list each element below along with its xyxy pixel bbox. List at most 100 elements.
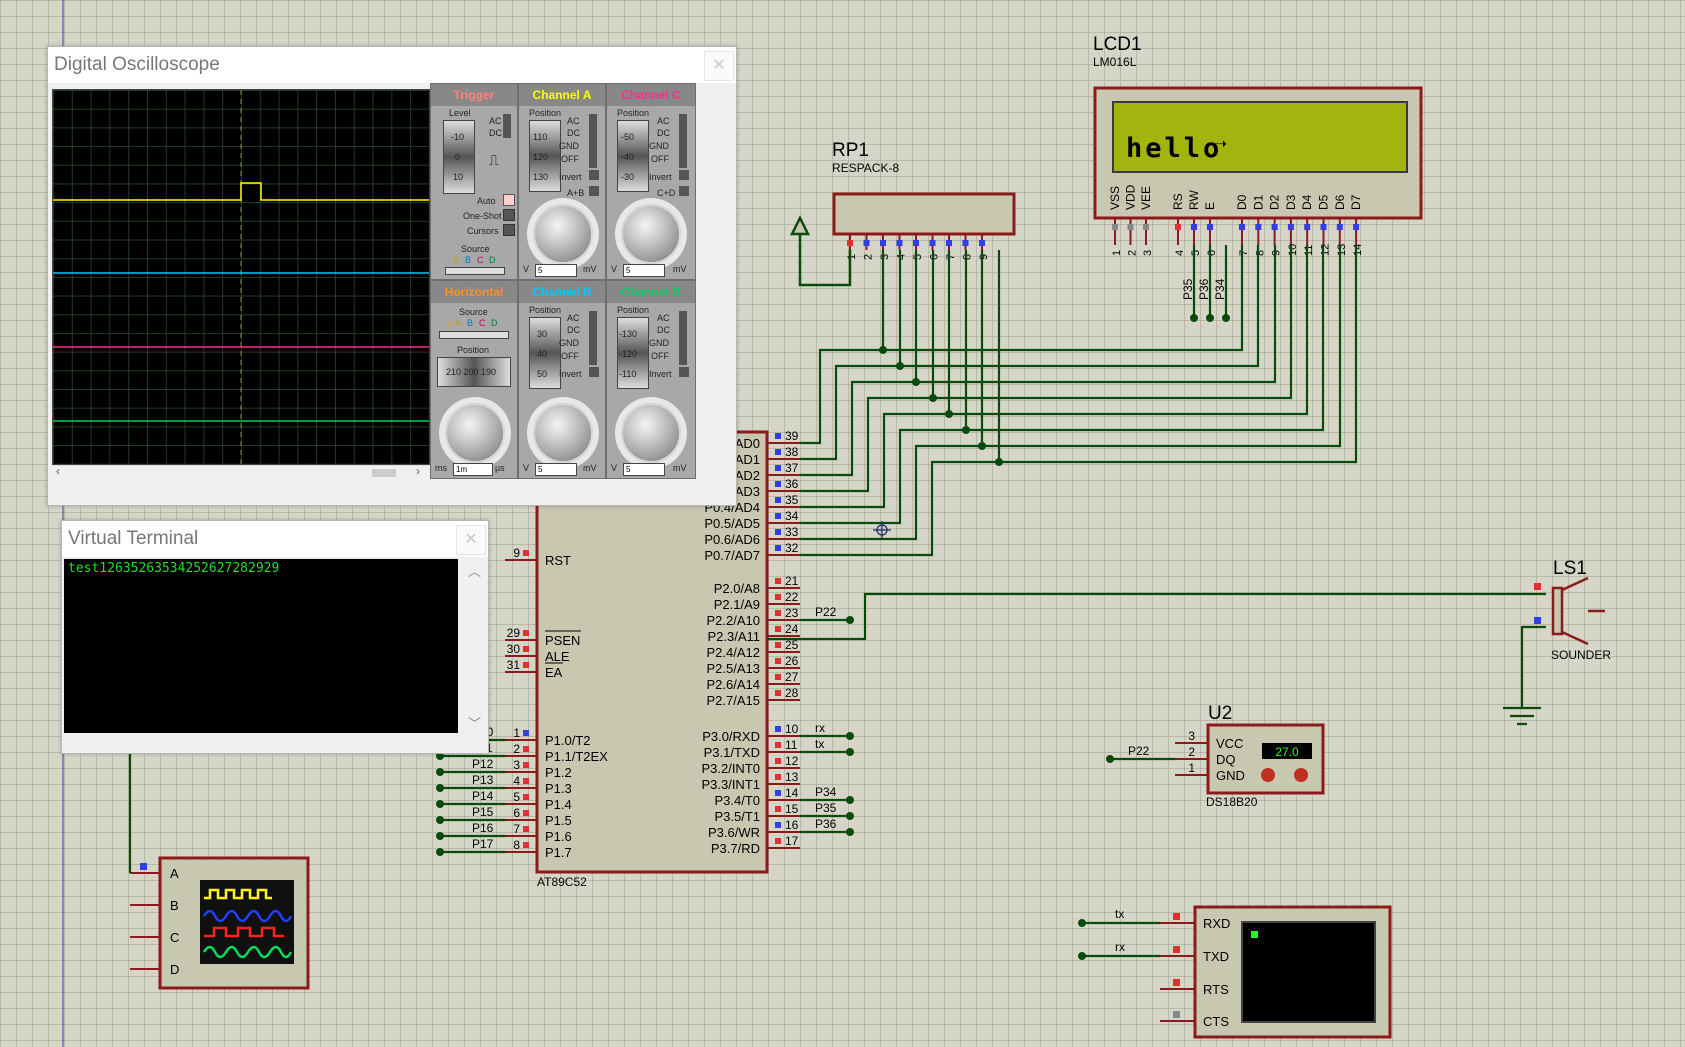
channel-c-volts-knob[interactable] [621,204,681,264]
channel-b-scale-top: 30 [537,329,548,339]
channel-b-invert-button[interactable] [589,367,599,377]
virtual-terminal-window[interactable]: Virtual Terminal ✕ test12635263534252627… [61,520,489,754]
oscilloscope-screen[interactable] [52,89,430,465]
channel-a-position-label: Position [529,108,562,118]
mcu-left-pin-name: P1.5 [545,813,572,828]
channel-a-gnd: GND [559,141,579,151]
channel-b-header: Channel B [519,281,605,303]
channel-b-volts-knob[interactable] [533,403,593,463]
trigger-scale-bottom: 10 [453,172,464,182]
virtual-terminal-symbol[interactable]: RXD tx TXD rx RTS CTS [1078,905,1392,1039]
channel-c-volts-field[interactable]: 5 [623,264,665,277]
trigger-cursors-button[interactable] [503,224,515,236]
mcu-pin-marker [523,794,529,800]
channel-b-panel: Channel B Position 30 40 50 AC DC GND OF… [518,280,606,479]
vt-pin-marker [1173,913,1180,920]
mcu-left-pin-name: P1.3 [545,781,572,796]
scroll-down-icon[interactable]: ﹀ [468,713,481,732]
scroll-right-icon[interactable]: › [416,464,420,478]
channel-c-coupling-switch[interactable] [679,114,687,168]
mcu-pin-marker [523,550,529,556]
u2-ds18b20-component[interactable]: U2 DS18B20 27.0 3 VCC 2 DQ 1 GND P22 [1106,703,1325,809]
channel-a-invert-button[interactable] [589,170,599,180]
channel-d-invert-button[interactable] [679,367,689,377]
channel-a-coupling-switch[interactable] [589,114,597,168]
mcu-right-pin-number: 12 [785,754,799,768]
ls1-part: SOUNDER [1551,648,1611,662]
terminal-title: Virtual Terminal [62,521,488,557]
channel-a-dc: DC [567,128,580,138]
channel-d-unit-right: mV [673,463,687,473]
terminal-output[interactable]: test12635263534252627282929 [64,559,458,733]
horizontal-unit-right: µs [495,463,505,473]
horizontal-position-slider[interactable]: 210 200 190 [437,357,511,387]
channel-d-coupling-switch[interactable] [679,311,687,365]
channel-c-dc: DC [657,128,670,138]
rp1-pin-marker [847,240,853,246]
oscilloscope-hscrollbar[interactable]: ‹ › [52,464,428,480]
lcd-pin-marker [1336,224,1343,230]
lcd-part: LM016L [1093,55,1137,69]
mcu-left-net-label: P12 [472,757,494,771]
channel-a-volts-knob[interactable] [533,204,593,264]
lcd-net-label: P34 [1213,278,1227,300]
horizontal-time-field[interactable]: 1m [453,463,493,476]
channel-c-invert-button[interactable] [679,170,689,180]
mcu-pin-marker [775,433,781,439]
lcd-pin-name: D6 [1333,194,1347,210]
lcd-cursor-arrow-icon: ➝ [1214,133,1231,158]
lcd-pin-name: D3 [1284,194,1298,210]
mcu-left-pin-number: 29 [507,626,521,640]
scroll-left-icon[interactable]: ‹ [56,464,60,478]
mcu-right-pin-name: P3.7/RD [711,841,760,856]
lcd-pin-number: 14 [1352,244,1364,256]
mcu-left-pin-number: 31 [507,658,521,672]
oscilloscope-window[interactable]: Digital Oscilloscope ✕ ‹ › Trigger Level… [47,46,737,506]
mcu-left-net-label: P17 [472,837,494,851]
mcu-right-pin-name: P2.7/A15 [707,693,761,708]
junction-dot [436,768,444,776]
rp1-pin-number: 3 [879,254,891,260]
scroll-up-icon[interactable]: ︿ [468,561,481,580]
lcd-pin-marker [1143,224,1149,230]
channel-b-coupling-switch[interactable] [589,311,597,365]
lcd-pin-name: VEE [1139,186,1153,210]
ls1-ref: LS1 [1553,558,1587,579]
mcu-left-pin-number: 5 [513,790,520,804]
channel-a-sum-button[interactable] [589,186,599,196]
mcu-right-pin-number: 24 [785,622,799,636]
lcd-pin-marker [1175,224,1181,230]
channel-c-unit-right: mV [673,264,687,274]
scroll-thumb[interactable] [372,469,396,477]
oscilloscope-close-button[interactable]: ✕ [704,51,734,81]
channel-a-volts-field[interactable]: 5 [535,264,577,277]
rp1-component[interactable]: RP1 RESPACK-8 123456789 [832,140,1016,260]
lcd-net-label: P36 [1197,278,1211,300]
trigger-source-label: Source [461,244,490,254]
horizontal-time-knob[interactable] [445,403,505,463]
trigger-edge-icon: ⎍ [489,152,499,168]
u2-pin-number: 3 [1188,729,1195,743]
mcu-right-pin-number: 23 [785,606,799,620]
channel-d-volts-field[interactable]: 5 [623,463,665,476]
oscilloscope-symbol[interactable]: A B C D [128,750,310,990]
trigger-auto-button[interactable] [503,194,515,206]
terminal-close-button[interactable]: ✕ [456,525,486,555]
ls1-component[interactable]: LS1 SOUNDER [1503,558,1611,726]
horizontal-source-slider[interactable] [439,331,509,339]
trigger-source-slider[interactable] [445,267,505,275]
u2-ref: U2 [1208,703,1232,724]
mcu-right-pin-number: 15 [785,802,799,816]
terminal-vscrollbar[interactable]: ︿ ﹀ [460,559,488,733]
mcu-left-pin-name: ALE [545,649,570,664]
mcu-pin-marker [775,674,781,680]
rp1-pin-number: 8 [962,254,974,260]
channel-b-volts-field[interactable]: 5 [535,463,577,476]
trigger-scale-mid: 0 [455,152,461,162]
trigger-oneshot-button[interactable] [503,209,515,221]
channel-d-scale-bottom: -110 [619,369,637,379]
channel-a-invert-label: Invert [559,172,582,182]
channel-d-volts-knob[interactable] [621,403,681,463]
trigger-coupling-switch[interactable] [503,114,511,138]
channel-c-sum-button[interactable] [679,186,689,196]
